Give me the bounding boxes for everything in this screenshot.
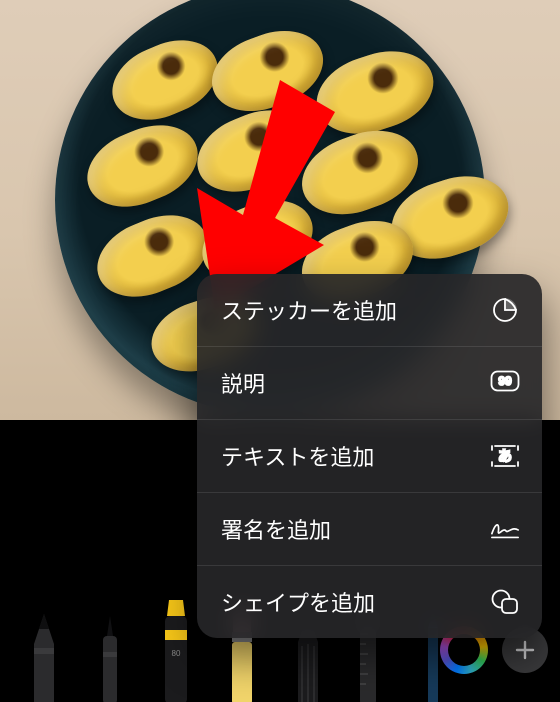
svg-text:80: 80: [172, 649, 181, 658]
tool-pen[interactable]: [22, 616, 66, 702]
menu-item-label: 説明: [221, 367, 265, 399]
menu-item-sticker[interactable]: ステッカーを追加: [197, 274, 542, 347]
menu-item-shape[interactable]: シェイプを追加: [197, 566, 542, 638]
menu-item-label: ステッカーを追加: [221, 294, 397, 326]
menu-item-label: シェイプを追加: [221, 586, 375, 618]
add-menu-popover: ステッカーを追加 説明 99 テキストを追加: [197, 274, 542, 638]
caption-icon: 99: [490, 368, 520, 398]
menu-item-signature[interactable]: 署名を追加: [197, 493, 542, 566]
menu-item-caption[interactable]: 説明 99: [197, 347, 542, 420]
svg-text:あ: あ: [498, 448, 512, 464]
tool-marker[interactable]: 80: [154, 616, 198, 702]
svg-text:99: 99: [498, 374, 512, 388]
menu-item-label: 署名を追加: [221, 513, 331, 545]
text-icon: あ: [490, 441, 520, 471]
sticker-icon: [490, 295, 520, 325]
signature-icon: [490, 514, 520, 544]
menu-item-label: テキストを追加: [221, 440, 374, 472]
shape-icon: [490, 587, 520, 617]
markup-editor: ステッカーを追加 説明 99 テキストを追加: [0, 0, 560, 702]
menu-item-text[interactable]: テキストを追加 あ: [197, 420, 542, 493]
tool-fineliner[interactable]: [88, 616, 132, 702]
